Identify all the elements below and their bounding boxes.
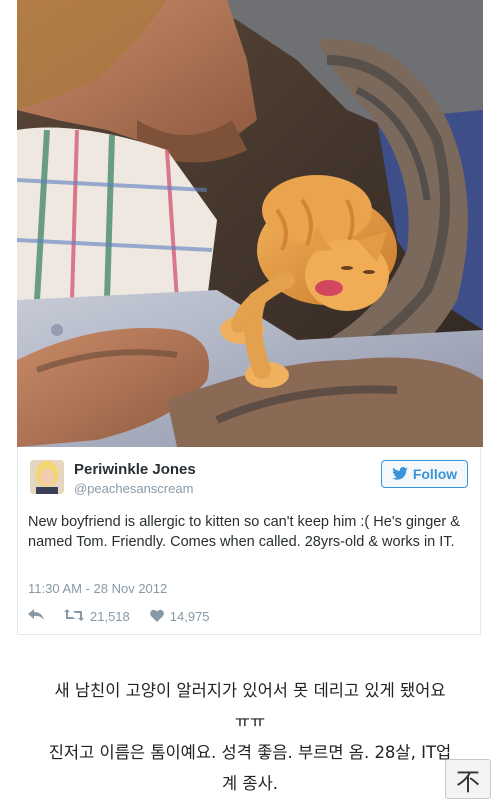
page: Periwinkle Jones @peachesanscream Follow… [0, 0, 500, 807]
follow-label: Follow [412, 466, 458, 482]
scroll-to-top-icon: 不 [456, 767, 480, 796]
like-button[interactable]: 14,975 [149, 609, 210, 625]
avatar-image [30, 460, 64, 494]
follow-button[interactable]: Follow [381, 460, 468, 488]
retweet-icon [64, 608, 84, 625]
tweet-actions: 21,518 14,975 [28, 608, 230, 625]
photo-illustration [17, 0, 483, 447]
user-handle[interactable]: @peachesanscream [74, 481, 193, 496]
tweet-photo[interactable] [17, 0, 483, 447]
reply-icon [28, 609, 44, 624]
retweet-count: 21,518 [90, 609, 130, 624]
retweet-button[interactable]: 21,518 [64, 608, 130, 625]
twitter-bird-icon [392, 465, 408, 484]
caption-line-1: 새 남친이 고양이 알러지가 있어서 못 데리고 있게 됐어요 [54, 681, 446, 700]
like-count: 14,975 [169, 609, 210, 624]
caption: 새 남친이 고양이 알러지가 있어서 못 데리고 있게 됐어요 ㅠㅠ 진저고 이… [0, 675, 500, 799]
heart-icon [149, 609, 164, 625]
caption-line-4: 계 종사. [221, 774, 279, 793]
user-avatar[interactable] [30, 460, 64, 494]
tweet-card: Periwinkle Jones @peachesanscream Follow… [17, 447, 481, 635]
reply-button[interactable] [28, 609, 44, 624]
scroll-to-top-button[interactable]: 不 [445, 759, 491, 799]
caption-line-3: 진저고 이름은 톰이예요. 성격 좋음. 부르면 옴. 28살, IT업 [48, 743, 452, 762]
tweet-text: New boyfriend is allergic to kitten so c… [28, 514, 460, 550]
display-name[interactable]: Periwinkle Jones [74, 461, 196, 478]
tweet-timestamp[interactable]: 11:30 AM - 28 Nov 2012 [28, 581, 167, 596]
caption-line-2: ㅠㅠ [234, 712, 266, 731]
